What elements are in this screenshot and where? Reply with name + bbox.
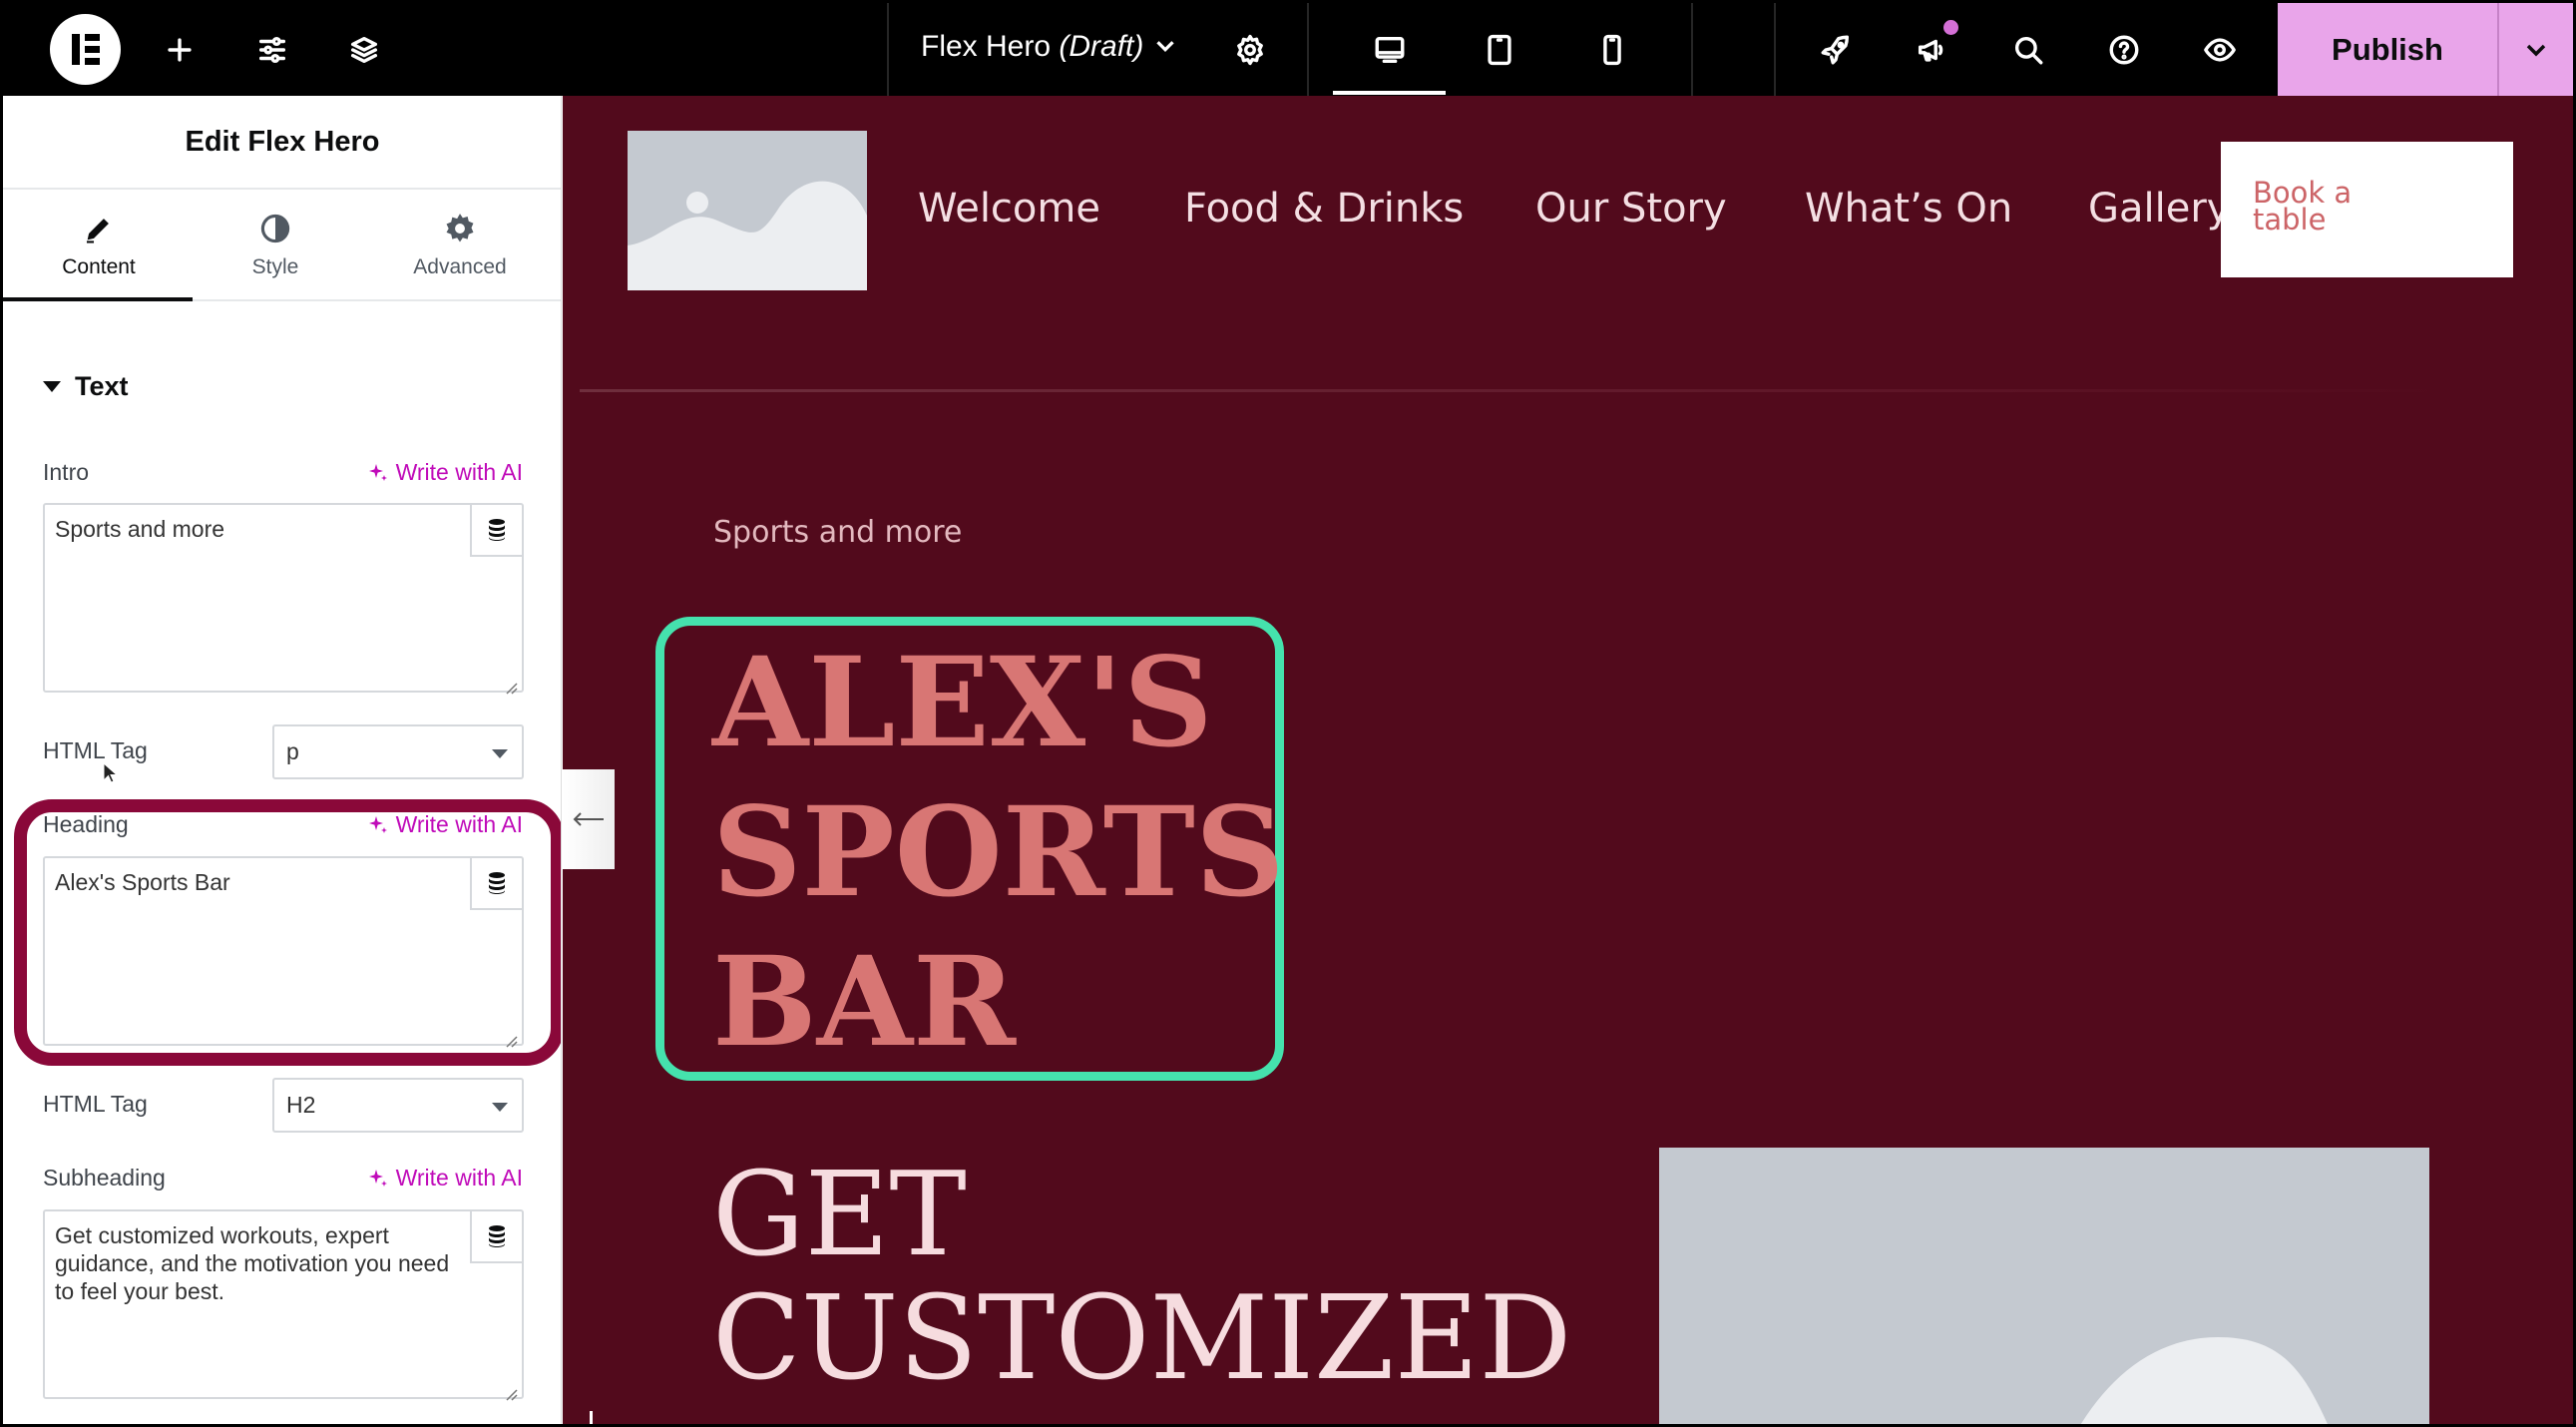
pencil-icon <box>86 219 109 243</box>
chevron-down-icon <box>2526 44 2546 56</box>
subheading-textarea[interactable]: Get customized workouts, expert guidance… <box>43 1209 524 1401</box>
dynamic-tags-button[interactable] <box>470 505 522 557</box>
nav-link[interactable]: What’s On <box>1805 186 2012 232</box>
image-placeholder-icon <box>628 131 867 290</box>
top-bar: Flex Hero (Draft) Publish <box>3 3 2573 96</box>
resize-handle[interactable] <box>504 1379 518 1401</box>
tab-label: Advanced <box>413 255 507 278</box>
rocket-icon[interactable] <box>1811 25 1861 75</box>
mouse-cursor-icon <box>103 762 117 783</box>
nav-link[interactable]: Gallery <box>2088 186 2230 232</box>
sparkle-icon <box>368 815 387 833</box>
layers-icon[interactable] <box>339 25 389 75</box>
heading-label: Heading <box>43 811 129 837</box>
header-divider <box>580 389 2455 392</box>
editor-window: Flex Hero (Draft) Publish Edit Flex Hero… <box>3 3 2573 1424</box>
sparkle-icon <box>368 463 387 481</box>
contrast-icon <box>260 214 290 243</box>
ai-link-label: Write with AI <box>395 1165 523 1190</box>
document-title[interactable]: Flex Hero (Draft) <box>921 30 1143 64</box>
heading-html-tag-select[interactable]: H2 <box>272 1078 524 1133</box>
search-icon[interactable] <box>2003 25 2053 75</box>
panel-tabs: Content Style Advanced <box>3 190 561 301</box>
editor-panel: Edit Flex Hero Content Style Advanced Te… <box>3 96 562 1424</box>
divider <box>887 3 889 96</box>
intro-textarea[interactable]: Sports and more <box>43 503 524 695</box>
gear-icon[interactable] <box>1225 25 1275 75</box>
database-icon <box>489 872 505 894</box>
caret-down-icon <box>43 381 61 392</box>
desktop-icon[interactable] <box>1365 25 1415 75</box>
ai-link-label: Write with AI <box>395 459 523 485</box>
intro-html-tag-label: HTML Tag <box>43 737 148 763</box>
intro-html-tag-select[interactable]: p <box>272 724 524 779</box>
tab-label: Content <box>62 255 136 278</box>
arrow-left-icon <box>573 812 604 826</box>
nav-link[interactable]: Welcome <box>918 186 1100 232</box>
canvas-marker <box>590 1411 593 1424</box>
intro-label: Intro <box>43 459 90 485</box>
caret-down-icon <box>492 749 508 758</box>
divider <box>1307 3 1309 96</box>
select-value: H2 <box>286 1092 316 1118</box>
plus-icon[interactable] <box>155 25 205 75</box>
panel-collapse-handle[interactable] <box>563 769 615 869</box>
heading-textarea[interactable]: Alex's Sports Bar <box>43 856 524 1048</box>
write-with-ai-subheading[interactable]: Write with AI <box>366 1165 523 1191</box>
tab-content[interactable]: Content <box>6 190 192 301</box>
document-status: (Draft) <box>1059 30 1144 63</box>
chevron-down-icon[interactable] <box>1150 31 1180 66</box>
eye-icon[interactable] <box>2195 25 2245 75</box>
divider <box>1774 3 1776 96</box>
intro-value: Sports and more <box>55 516 225 542</box>
database-icon <box>489 519 505 541</box>
heading-html-tag-label: HTML Tag <box>43 1091 148 1117</box>
nav-link[interactable]: Our Story <box>1535 186 1727 232</box>
active-tab-indicator <box>3 297 193 301</box>
elementor-logo[interactable] <box>50 14 121 85</box>
write-with-ai-heading[interactable]: Write with AI <box>366 811 523 838</box>
book-table-button[interactable]: Book a table <box>2221 142 2513 277</box>
subheading-value: Get customized workouts, expert guidance… <box>55 1222 450 1304</box>
publish-button[interactable]: Publish <box>2278 3 2497 96</box>
select-value: p <box>286 738 299 764</box>
panel-title: Edit Flex Hero <box>3 96 561 190</box>
gear-icon <box>446 214 474 242</box>
nav-link[interactable]: Food & Drinks <box>1184 186 1464 232</box>
subheading-label: Subheading <box>43 1165 166 1190</box>
tab-style[interactable]: Style <box>183 190 368 301</box>
write-with-ai-intro[interactable]: Write with AI <box>366 459 523 486</box>
resize-handle[interactable] <box>504 1026 518 1048</box>
mobile-icon[interactable] <box>1587 25 1637 75</box>
preview-canvas: Welcome Food & Drinks Our Story What’s O… <box>563 96 2573 1424</box>
publish-options-button[interactable] <box>2497 3 2573 96</box>
tab-advanced[interactable]: Advanced <box>367 190 553 301</box>
intro-text[interactable]: Sports and more <box>713 515 962 550</box>
database-icon <box>489 1225 505 1247</box>
dynamic-tags-button[interactable] <box>470 858 522 910</box>
ai-link-label: Write with AI <box>395 811 523 837</box>
tab-label: Style <box>251 255 299 278</box>
book-table-label: Book a table <box>2253 176 2353 237</box>
logo-image-placeholder[interactable] <box>628 131 867 290</box>
help-icon[interactable] <box>2099 25 2149 75</box>
notification-dot <box>1943 20 1958 35</box>
document-name: Flex Hero <box>921 30 1052 63</box>
sub-heading[interactable]: GET CUSTOMIZED <box>712 1154 1610 1401</box>
dynamic-tags-button[interactable] <box>470 1211 522 1263</box>
resize-handle[interactable] <box>504 673 518 695</box>
image-placeholder-icon <box>1659 1148 2429 1424</box>
active-device-indicator <box>1333 91 1446 95</box>
sliders-icon[interactable] <box>247 25 297 75</box>
heading-value: Alex's Sports Bar <box>55 869 230 895</box>
section-title: Text <box>75 371 129 401</box>
caret-down-icon <box>492 1103 508 1112</box>
sparkle-icon <box>368 1169 387 1187</box>
hero-image-placeholder[interactable] <box>1659 1148 2429 1424</box>
hero-heading[interactable]: ALEX'S SPORTS BAR <box>712 629 1311 1078</box>
section-toggle-text[interactable]: Text <box>43 371 129 402</box>
divider <box>1691 3 1693 96</box>
tablet-icon[interactable] <box>1475 25 1524 75</box>
